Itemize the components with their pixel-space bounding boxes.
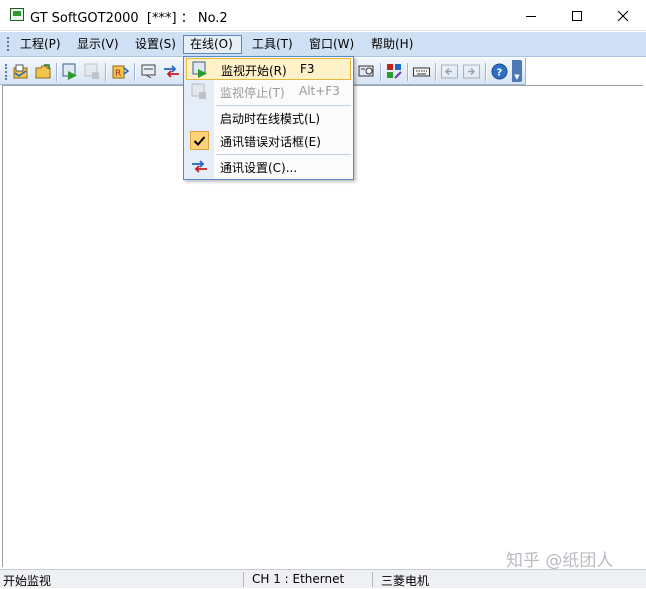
monitor-start-icon[interactable] bbox=[62, 63, 79, 80]
menu-separator bbox=[216, 105, 351, 106]
menu-item-startup-online-mode[interactable]: 启动时在线模式(L) bbox=[186, 107, 351, 129]
status-divider bbox=[243, 572, 244, 587]
communication-settings-icon bbox=[191, 158, 208, 175]
prev-screen-icon[interactable] bbox=[441, 63, 458, 80]
open-project-icon[interactable] bbox=[12, 63, 29, 80]
menu-item-monitor-start[interactable]: 监视开始(R) F3 bbox=[186, 58, 351, 80]
communication-icon[interactable] bbox=[163, 63, 180, 80]
menu-bar: 工程(P) 显示(V) 设置(S) 在线(O) 工具(T) 窗口(W) 帮助(H… bbox=[0, 32, 646, 57]
toolbar-options-icon[interactable]: ▼ bbox=[512, 60, 522, 82]
help-icon[interactable]: ? bbox=[491, 63, 508, 80]
menu-item-label: 监视停止(T) bbox=[220, 86, 285, 100]
load-project-icon[interactable]: R bbox=[112, 63, 130, 80]
menu-item-label: 通讯错误对话框(E) bbox=[220, 135, 321, 149]
status-channel: CH 1 : Ethernet bbox=[252, 572, 345, 586]
menu-item-monitor-stop[interactable]: 监视停止(T) Alt+F3 bbox=[186, 81, 351, 103]
monitor-start-icon bbox=[192, 61, 209, 78]
svg-text:R: R bbox=[115, 69, 121, 79]
menu-item-comm-settings[interactable]: 通讯设置(C)... bbox=[186, 156, 351, 178]
watermark: 知乎 @纸团人 bbox=[506, 551, 614, 571]
menu-settings[interactable]: 设置(S) bbox=[129, 35, 182, 54]
close-icon bbox=[617, 10, 629, 21]
palette-icon[interactable] bbox=[386, 63, 403, 80]
status-bar: 开始监视 CH 1 : Ethernet 三菱电机 bbox=[0, 569, 646, 588]
screen-icon[interactable] bbox=[141, 63, 158, 80]
online-menu-dropdown: 监视开始(R) F3 监视停止(T) Alt+F3 启动时在线模式(L) 通讯错… bbox=[183, 56, 354, 180]
menu-item-label: 启动时在线模式(L) bbox=[220, 112, 321, 126]
title-bar: GT SoftGOT2000 [***] ： No.2 bbox=[0, 0, 646, 31]
toolbar-grip[interactable] bbox=[5, 64, 9, 80]
next-screen-icon[interactable] bbox=[463, 63, 480, 80]
status-vendor: 三菱电机 bbox=[381, 574, 430, 588]
monitor-stop-icon[interactable] bbox=[84, 63, 101, 80]
menu-item-shortcut: F3 bbox=[300, 62, 315, 76]
menubar-grip[interactable] bbox=[7, 37, 11, 51]
keyboard-icon[interactable] bbox=[413, 63, 430, 80]
minimize-icon bbox=[526, 15, 536, 17]
svg-text:?: ? bbox=[497, 68, 503, 79]
open-folder-icon[interactable] bbox=[35, 63, 52, 80]
menu-project[interactable]: 工程(P) bbox=[14, 35, 67, 54]
check-icon bbox=[190, 131, 209, 150]
menu-item-label: 监视开始(R) bbox=[221, 64, 287, 78]
app-icon bbox=[10, 8, 24, 21]
menu-item-label: 通讯设置(C)... bbox=[220, 161, 298, 175]
window-title: GT SoftGOT2000 [***] ： No.2 bbox=[30, 11, 228, 26]
maximize-button[interactable] bbox=[554, 0, 600, 31]
menu-tools[interactable]: 工具(T) bbox=[246, 35, 299, 54]
monitor-stop-icon bbox=[191, 83, 208, 100]
menu-view[interactable]: 显示(V) bbox=[71, 35, 125, 54]
status-divider bbox=[372, 572, 373, 587]
status-message: 开始监视 bbox=[3, 574, 52, 588]
close-button[interactable] bbox=[600, 0, 646, 31]
menu-window[interactable]: 窗口(W) bbox=[303, 35, 360, 54]
minimize-button[interactable] bbox=[508, 0, 554, 31]
menu-item-shortcut: Alt+F3 bbox=[299, 84, 340, 98]
device-icon[interactable] bbox=[358, 63, 375, 80]
menu-help[interactable]: 帮助(H) bbox=[365, 35, 419, 54]
maximize-icon bbox=[572, 10, 582, 21]
menu-separator bbox=[216, 154, 351, 155]
menu-online[interactable]: 在线(O) bbox=[183, 35, 242, 54]
menu-item-comm-error-dialog[interactable]: 通讯错误对话框(E) bbox=[186, 130, 351, 152]
